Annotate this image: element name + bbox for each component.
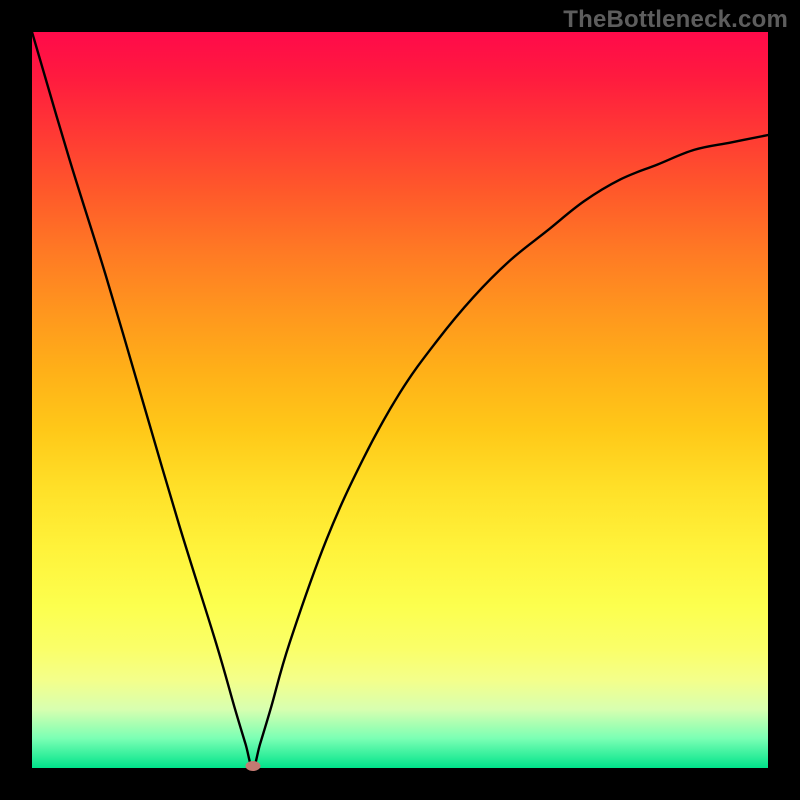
chart-frame: TheBottleneck.com xyxy=(0,0,800,800)
minimum-marker xyxy=(245,761,260,771)
watermark-text: TheBottleneck.com xyxy=(563,6,788,34)
plot-area xyxy=(32,32,768,768)
bottleneck-curve xyxy=(32,32,768,768)
